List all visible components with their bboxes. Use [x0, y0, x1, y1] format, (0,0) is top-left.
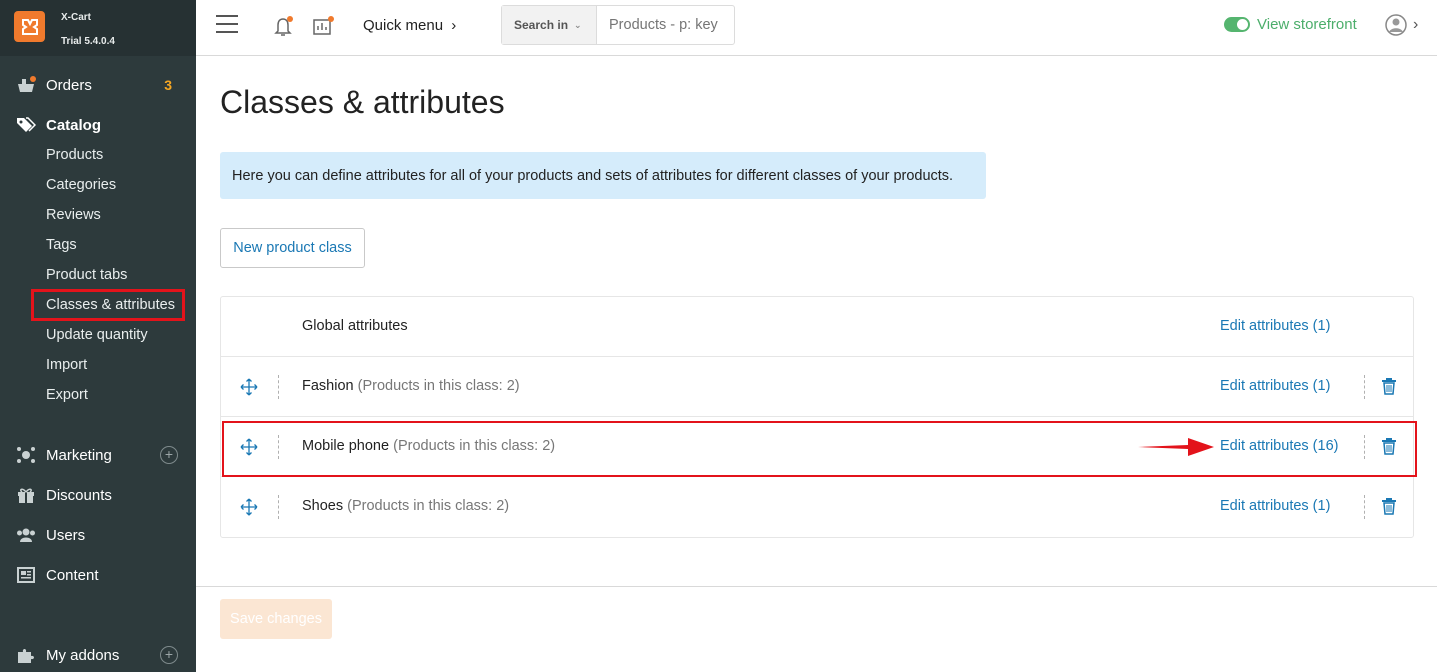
brand: X-Cart Trial 5.4.0.4 — [0, 0, 196, 56]
classes-table: Global attributes Edit attributes (1) Fa… — [220, 296, 1414, 538]
trash-icon[interactable] — [1381, 497, 1397, 520]
my-addons-label: My addons — [46, 646, 120, 664]
bell-icon[interactable] — [272, 14, 296, 43]
sidebar-item-marketing[interactable]: Marketing + — [0, 440, 196, 470]
row-product-count: (Products in this class: 2) — [347, 498, 510, 514]
sidebar: X-Cart Trial 5.4.0.4 Orders 3 Catalog Pr… — [0, 0, 196, 672]
info-alert: Here you can define attributes for all o… — [220, 152, 986, 199]
quick-menu-button[interactable]: Quick menu › — [363, 17, 456, 34]
user-avatar-icon — [1385, 14, 1407, 36]
users-label: Users — [46, 526, 86, 544]
edit-attributes-link[interactable]: Edit attributes (1) — [1220, 318, 1330, 334]
sidebar-item-update-quantity[interactable]: Update quantity — [46, 320, 148, 350]
chevron-right-icon: › — [451, 17, 457, 34]
discounts-label: Discounts — [46, 486, 112, 504]
brand-version: Trial 5.4.0.4 — [61, 36, 115, 47]
sidebar-item-categories[interactable]: Categories — [46, 170, 116, 200]
search-in-dropdown[interactable]: Search in ⌄ — [502, 6, 597, 44]
sidebar-item-import[interactable]: Import — [46, 350, 87, 380]
orders-count-badge: 3 — [164, 77, 172, 93]
sidebar-item-discounts[interactable]: Discounts — [0, 480, 196, 510]
xcart-logo-icon[interactable] — [14, 11, 45, 42]
edit-attributes-link[interactable]: Edit attributes (1) — [1220, 498, 1330, 514]
sidebar-item-product-tabs[interactable]: Product tabs — [46, 260, 127, 290]
red-arrow-annotation — [1136, 434, 1216, 467]
sidebar-item-export[interactable]: Export — [46, 380, 88, 410]
catalog-label: Catalog — [46, 116, 102, 134]
chevron-right-icon: › — [1413, 16, 1419, 33]
users-icon — [16, 526, 36, 544]
topbar: Quick menu › Search in ⌄ View storefront… — [196, 0, 1437, 56]
orders-icon — [16, 76, 36, 94]
sidebar-item-products[interactable]: Products — [46, 140, 103, 170]
drag-handle-icon[interactable] — [239, 377, 259, 397]
quick-menu-label: Quick menu — [363, 17, 444, 34]
user-menu[interactable]: › — [1385, 14, 1418, 36]
view-storefront-label: View storefront — [1257, 16, 1357, 33]
table-row: Shoes (Products in this class: 2) Edit a… — [221, 477, 1413, 537]
search-box: Search in ⌄ — [501, 5, 735, 45]
marketing-plus-icon[interactable]: + — [160, 446, 178, 464]
content-icon — [16, 566, 36, 584]
row-name: Fashion — [302, 378, 354, 394]
chevron-down-icon: ⌄ — [574, 19, 582, 30]
page-title: Classes & attributes — [220, 84, 505, 120]
drag-handle-icon[interactable] — [239, 497, 259, 517]
row-name: Shoes — [302, 498, 344, 514]
search-in-label: Search in — [514, 18, 569, 32]
sidebar-item-users[interactable]: Users — [0, 520, 196, 550]
storefront-toggle[interactable] — [1224, 17, 1250, 32]
row-name: Global attributes — [302, 318, 408, 334]
marketing-icon — [16, 446, 36, 464]
content-label: Content — [46, 566, 99, 584]
sidebar-item-reviews[interactable]: Reviews — [46, 200, 101, 230]
trash-icon[interactable] — [1381, 377, 1397, 400]
sidebar-item-content[interactable]: Content — [0, 560, 196, 590]
sidebar-item-catalog[interactable]: Catalog — [0, 110, 196, 140]
puzzle-icon — [16, 646, 36, 664]
sidebar-item-orders[interactable]: Orders 3 — [0, 70, 196, 100]
addons-plus-icon[interactable]: + — [160, 646, 178, 664]
row-highlight-annotation — [222, 421, 1417, 477]
row-product-count: (Products in this class: 2) — [357, 378, 520, 394]
save-changes-button[interactable]: Save changes — [220, 599, 332, 639]
edit-attributes-link[interactable]: Edit attributes (1) — [1220, 378, 1330, 394]
marketing-label: Marketing — [46, 446, 112, 464]
gift-icon — [16, 486, 36, 504]
view-storefront-link[interactable]: View storefront — [1224, 16, 1357, 33]
tags-icon — [16, 116, 36, 134]
stats-icon[interactable] — [312, 14, 336, 43]
table-row: Fashion (Products in this class: 2) Edit… — [221, 357, 1413, 417]
sidebar-item-tags[interactable]: Tags — [46, 230, 77, 260]
footer-divider — [196, 586, 1437, 587]
orders-label: Orders — [46, 76, 92, 94]
search-input[interactable] — [597, 6, 734, 44]
brand-name: X-Cart — [61, 12, 92, 23]
table-row-global-attributes: Global attributes Edit attributes (1) — [221, 297, 1413, 357]
sidebar-highlight-annotation — [31, 289, 185, 321]
sidebar-item-my-addons[interactable]: My addons + — [0, 640, 196, 670]
new-product-class-button[interactable]: New product class — [220, 228, 365, 268]
hamburger-menu-icon[interactable] — [216, 15, 238, 33]
